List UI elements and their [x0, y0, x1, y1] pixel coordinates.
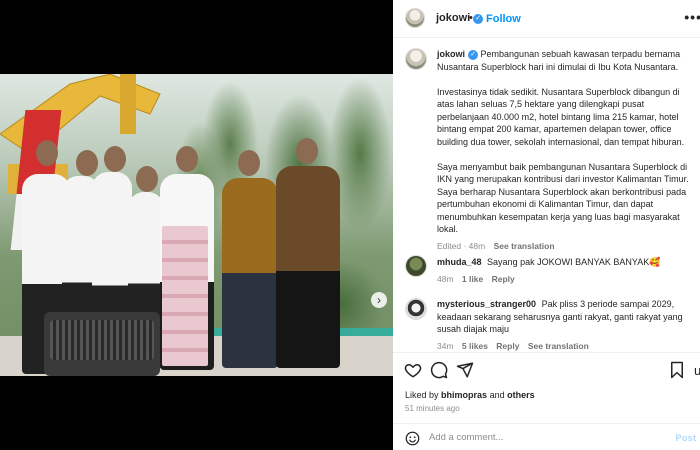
comment-meta: 34m 5 likes Reply See translation — [437, 340, 695, 353]
person-7 — [276, 166, 340, 368]
person-4-head — [136, 166, 158, 192]
comment-time: 48m — [437, 273, 454, 284]
comment-item: mysterious_stranger00 Pak pliss 3 period… — [437, 298, 695, 352]
caption-avatar[interactable] — [405, 48, 427, 70]
caption-paragraph-3: Saya menyambut baik pembangunan Nusantar… — [437, 161, 689, 235]
ceremony-button-pillar — [162, 226, 208, 366]
see-translation-link[interactable]: See translation — [494, 241, 555, 251]
person-3-head — [104, 146, 126, 172]
comment-text: Sayang pak JOKOWI BANYAK BANYAK🥰 — [487, 257, 661, 267]
person-2-head — [76, 150, 98, 176]
separator-dot: • — [469, 12, 473, 24]
person-6 — [222, 178, 278, 368]
bookmark-icon[interactable] — [668, 361, 686, 379]
comment-time: 34m — [437, 340, 454, 351]
post-photo[interactable]: › — [0, 74, 393, 376]
comment-username[interactable]: mysterious_stranger00 — [437, 299, 536, 309]
post-timestamp: 51 minutes ago — [405, 404, 460, 413]
comment-likes[interactable]: 1 like — [462, 274, 483, 284]
heart-icon[interactable] — [404, 361, 422, 379]
see-translation-link[interactable]: See translation — [528, 341, 589, 351]
person-6-head — [238, 150, 260, 176]
likes-summary: Liked by bhimopras and others — [405, 390, 535, 400]
share-icon[interactable] — [456, 361, 474, 379]
liked-by-others[interactable]: others — [507, 390, 535, 400]
speaker — [44, 312, 160, 376]
verified-icon: ✓ — [468, 50, 479, 60]
liked-by-user[interactable]: bhimopras — [441, 390, 487, 400]
post-header: jokowi✓ • Follow ••• — [393, 0, 700, 38]
caption-meta: Edited · 48m See translation — [437, 240, 695, 253]
caption-paragraph-2: Investasinya tidak sedikit. Nusantara Su… — [437, 86, 685, 147]
post-media: › — [0, 0, 393, 450]
comment-input[interactable] — [429, 432, 659, 443]
likes-prefix: Liked by — [405, 390, 439, 400]
post-caption: jokowi ✓ Pembangunan sebuah kawasan terpa… — [437, 48, 695, 252]
comment-username[interactable]: mhuda_48 — [437, 257, 482, 267]
comment-likes[interactable]: 5 likes — [462, 341, 488, 351]
partial-edge-icon: u — [694, 363, 700, 378]
person-1-head — [36, 140, 58, 166]
add-comment-bar: Post — [393, 423, 700, 450]
comment-avatar[interactable] — [405, 298, 427, 320]
person-7-head — [296, 138, 318, 164]
comment-icon[interactable] — [430, 361, 448, 379]
post-comment-button[interactable]: Post — [675, 433, 696, 444]
next-arrow-icon[interactable]: › — [371, 292, 387, 308]
verified-icon: ✓ — [473, 14, 484, 24]
caption-username[interactable]: jokowi — [437, 49, 465, 59]
likes-and: and — [489, 390, 505, 400]
emoji-icon[interactable] — [405, 431, 420, 446]
comment-avatar[interactable] — [405, 255, 427, 277]
follow-button[interactable]: Follow — [486, 13, 521, 25]
person-5-head — [176, 146, 198, 172]
comment-item: mhuda_48 Sayang pak JOKOWI BANYAK BANYAK… — [437, 256, 695, 285]
post-sidebar: jokowi✓ • Follow ••• jokowi✓ Pembangunan… — [393, 0, 700, 450]
reply-button[interactable]: Reply — [496, 341, 519, 351]
more-options-icon[interactable]: ••• — [684, 9, 700, 25]
avatar[interactable] — [405, 8, 425, 28]
header-username[interactable]: jokowi ✓ — [436, 12, 484, 24]
comment-meta: 48m 1 like Reply — [437, 273, 695, 286]
reply-button[interactable]: Reply — [492, 274, 515, 284]
post-actions: u Liked by bhimopras and others 51 minut… — [393, 352, 700, 450]
edited-time: Edited · 48m — [437, 240, 486, 251]
